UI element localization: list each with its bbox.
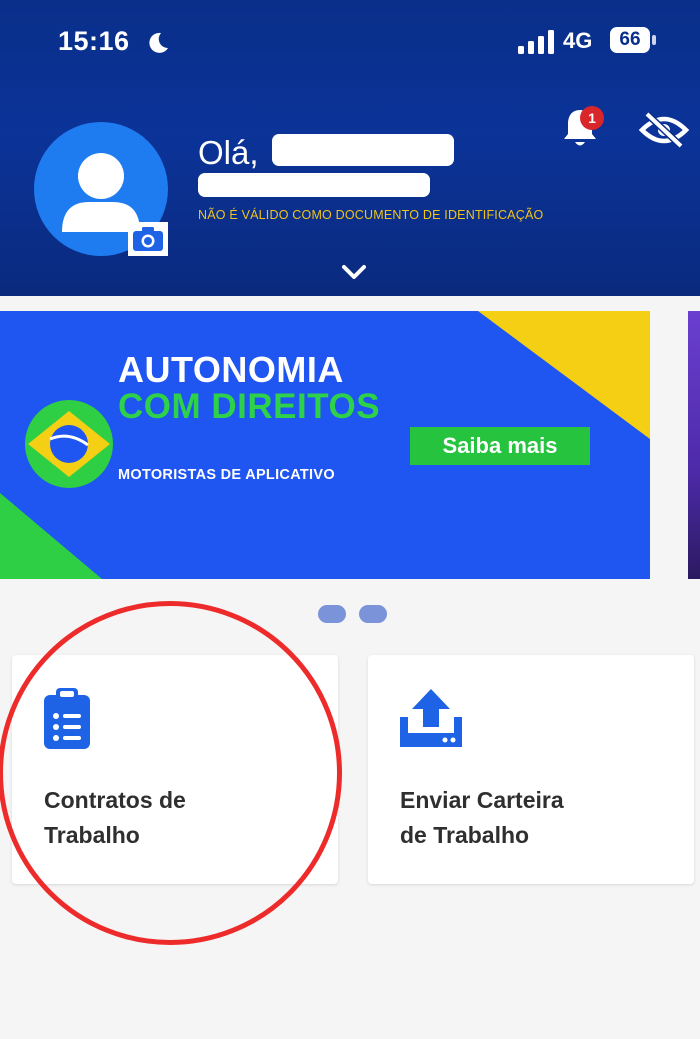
learn-more-button[interactable]: Saiba mais [410, 427, 590, 465]
network-type: 4G [563, 28, 593, 53]
banner-title-line1: AUTONOMIA [118, 349, 344, 390]
status-time: 15:16 [58, 26, 130, 56]
upload-icon [400, 689, 462, 747]
carousel-dot[interactable] [318, 605, 346, 623]
carousel-dot[interactable] [359, 605, 387, 623]
card-label-line1: Contratos de [44, 787, 186, 813]
card-label-line2: de Trabalho [400, 822, 530, 848]
moon-icon [149, 32, 168, 53]
banner-title-line2: COM DIREITOS [118, 387, 381, 426]
notification-badge: 1 [580, 106, 604, 130]
greeting: Olá, [198, 134, 259, 171]
card-label-line2: Trabalho [44, 822, 140, 848]
battery-tip [652, 35, 656, 45]
send-work-card-card[interactable]: Enviar Carteira de Trabalho [368, 655, 694, 884]
promo-banner[interactable]: AUTONOMIA COM DIREITOS MOTORISTAS DE APL… [0, 311, 650, 579]
banner-subtitle: MOTORISTAS DE APLICATIVO [118, 467, 335, 483]
chevron-down-icon[interactable] [340, 262, 368, 282]
clipboard-list-icon [44, 688, 90, 749]
redacted-info [198, 173, 430, 197]
redacted-name [272, 134, 454, 166]
card-label: Contratos de Trabalho [44, 783, 186, 853]
camera-icon[interactable] [128, 222, 168, 256]
signal-icon [518, 30, 554, 54]
disclaimer-text: NÃO É VÁLIDO COMO DOCUMENTO DE IDENTIFIC… [198, 208, 544, 222]
work-contracts-card[interactable]: Contratos de Trabalho [12, 655, 338, 884]
battery-level: 66 [610, 27, 650, 53]
header: 15:16 4G 66 Olá, NÃO É VÁLIDO COMO DOCUM… [0, 0, 700, 296]
card-label-line1: Enviar Carteira [400, 787, 564, 813]
eye-off-icon[interactable] [638, 110, 690, 150]
card-label: Enviar Carteira de Trabalho [400, 783, 564, 853]
battery-indicator: 66 [610, 27, 656, 55]
next-banner-peek[interactable] [688, 311, 700, 579]
